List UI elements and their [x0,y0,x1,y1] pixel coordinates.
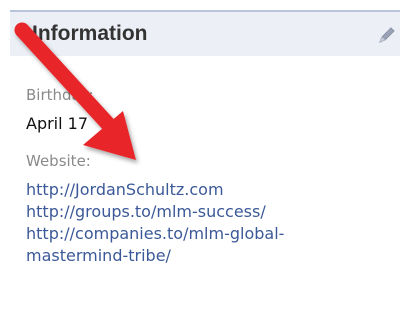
section-header: Information [10,10,400,56]
website-label: Website: [26,152,91,170]
website-link[interactable]: mastermind-tribe/ [26,245,356,267]
website-links: http://JordanSchultz.com http://groups.t… [26,179,356,267]
birthday-value: April 17 [26,114,89,133]
section-title: Information [32,22,148,45]
information-panel: Information Birthday: April 17 Website: … [0,0,402,310]
website-link[interactable]: http://JordanSchultz.com [26,179,356,201]
birthday-label: Birthday: [26,86,94,104]
pencil-icon[interactable] [376,24,398,46]
website-link[interactable]: http://groups.to/mlm-success/ [26,201,356,223]
website-link[interactable]: http://companies.to/mlm-global- [26,223,356,245]
